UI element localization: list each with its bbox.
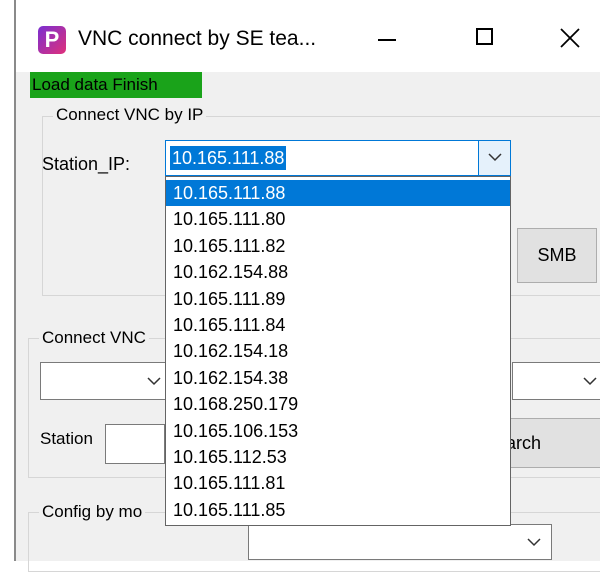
- connect-by-name-title: Connect VNC: [39, 327, 149, 349]
- close-button[interactable]: [540, 18, 600, 58]
- dropdown-option[interactable]: 10.165.111.82: [166, 233, 510, 259]
- dropdown-option[interactable]: 10.162.154.18: [166, 338, 510, 364]
- dropdown-option[interactable]: 10.165.111.80: [166, 206, 510, 232]
- station-ip-combobox[interactable]: 10.165.111.88: [165, 140, 511, 176]
- window-border: [14, 0, 16, 561]
- config-by-model-title: Config by mo: [39, 501, 146, 523]
- dropdown-option[interactable]: 10.165.111.85: [166, 497, 510, 523]
- station-input[interactable]: [105, 424, 165, 464]
- app-logo-letter: P: [44, 27, 60, 52]
- dropdown-option[interactable]: 10.162.154.38: [166, 365, 510, 391]
- minimize-button[interactable]: [356, 18, 416, 58]
- chevron-down-icon: [527, 538, 541, 547]
- close-icon: [560, 28, 580, 48]
- dropdown-option[interactable]: 10.165.111.89: [166, 286, 510, 312]
- station-label: Station: [40, 429, 93, 448]
- search-button-label: arch: [506, 433, 542, 453]
- status-label: Load data Finish: [30, 72, 202, 98]
- chevron-down-icon: [147, 377, 161, 386]
- dropdown-option[interactable]: 10.165.111.88: [166, 180, 510, 206]
- connect-by-ip-title: Connect VNC by IP: [53, 104, 207, 126]
- search-button[interactable]: arch: [505, 418, 600, 468]
- station-ip-label: Station_IP:: [42, 154, 131, 174]
- dropdown-option[interactable]: 10.165.111.81: [166, 470, 510, 496]
- smb-button[interactable]: SMB: [517, 228, 597, 283]
- station-ip-value: 10.165.111.88: [170, 146, 287, 170]
- model-combobox[interactable]: [248, 524, 552, 560]
- dropdown-option[interactable]: 10.168.250.179: [166, 391, 510, 417]
- dropdown-option[interactable]: 10.162.154.88: [166, 259, 510, 285]
- line-combobox[interactable]: [40, 362, 174, 400]
- chevron-down-icon: [488, 153, 502, 162]
- maximize-button[interactable]: [456, 18, 516, 58]
- dropdown-option[interactable]: 10.165.106.153: [166, 418, 510, 444]
- station-name-combobox[interactable]: [512, 362, 600, 400]
- desktop-background: [0, 0, 14, 561]
- dropdown-option[interactable]: 10.165.112.53: [166, 444, 510, 470]
- chevron-down-icon: [583, 377, 597, 386]
- window-title: VNC connect by SE tea...: [78, 27, 317, 50]
- dropdown-option[interactable]: 10.165.111.84: [166, 312, 510, 338]
- station-ip-dropdown-list: 10.165.111.88 10.165.111.80 10.165.111.82 1…: [165, 176, 511, 526]
- app-logo-icon: P: [38, 26, 66, 54]
- station-ip-dropdown-button[interactable]: [478, 141, 510, 175]
